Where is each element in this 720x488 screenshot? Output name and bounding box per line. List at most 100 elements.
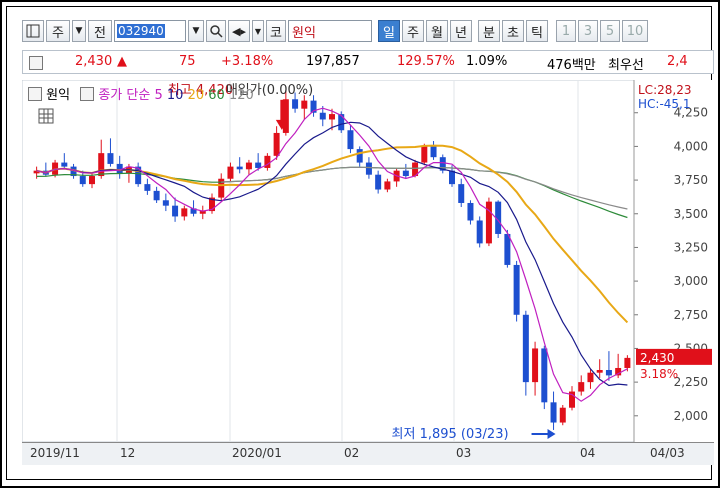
pct-tag: 3.18%: [640, 367, 678, 381]
candle-body: [522, 314, 529, 383]
chevron-down-icon: ▼: [254, 26, 262, 36]
candle-body: [605, 370, 612, 376]
period-tab[interactable]: 월: [426, 20, 448, 42]
chart-background: [22, 80, 714, 442]
candle-body: [89, 176, 95, 185]
turnover-rate: 1.09%: [466, 54, 508, 69]
candle-body: [292, 99, 299, 109]
candle-body: [476, 220, 483, 244]
candle-body: [347, 130, 354, 150]
candle-body: [98, 153, 105, 177]
item-type-select[interactable]: 주: [46, 20, 70, 42]
candle-body: [430, 146, 437, 158]
candle-body: [559, 407, 566, 423]
y-tick-label: 3,000: [674, 274, 708, 288]
candle-body: [384, 181, 391, 190]
current-price: 2,430: [75, 54, 113, 69]
item-type-label: 주: [52, 25, 64, 41]
chevron-down-icon: ▼: [75, 26, 83, 36]
stock-code-dropdown[interactable]: ▼: [188, 20, 204, 42]
best-bid-label: 최우선: [608, 58, 644, 73]
candle-body: [79, 176, 86, 185]
candle-body: [624, 357, 631, 368]
x-tick: 02: [344, 446, 360, 460]
x-tick: 12: [120, 446, 136, 460]
candle-body: [485, 201, 492, 244]
search-button[interactable]: [206, 20, 226, 42]
period-tab[interactable]: 주: [402, 20, 424, 42]
candle-body: [144, 184, 151, 191]
y-tick-label: 2,250: [674, 375, 708, 389]
x-tick: 2019/11: [30, 446, 80, 460]
item-type-dropdown[interactable]: ▼: [72, 20, 86, 42]
search-icon: [210, 25, 223, 38]
layout-toggle-icon[interactable]: [22, 20, 44, 42]
candle-body: [421, 146, 428, 163]
candle-body: [550, 402, 557, 423]
period-tab[interactable]: 초: [502, 20, 524, 42]
stock-name-field[interactable]: 원익: [288, 20, 372, 42]
trade-amount: 476백만: [547, 58, 596, 73]
x-tick: 2020/01: [232, 446, 282, 460]
legend-ma-title: 종가 단순: [98, 88, 151, 103]
period-tab[interactable]: 틱: [526, 20, 548, 42]
stock-code-input[interactable]: 032940: [114, 20, 186, 42]
chart-toolbar: 주 ▼ 전 032940 ▼ ◀▸ ▼ 코 원익 일주월년분초틱 1 3 5 10: [22, 19, 714, 43]
legend-ma20: 20: [187, 88, 205, 103]
candle-body: [402, 170, 409, 177]
volume-ratio: 129.57%: [397, 54, 455, 69]
grid-toggle-icon[interactable]: [38, 108, 54, 128]
market-badge: 코: [266, 20, 286, 42]
legend-ma5: 5: [154, 88, 163, 103]
candle-body: [458, 184, 465, 203]
y-tick-label: 4,000: [674, 139, 708, 153]
legend-toggle[interactable]: [28, 87, 42, 101]
stock-name-value: 원익: [292, 25, 316, 41]
candle-body: [181, 208, 188, 217]
sound-button[interactable]: ◀▸: [228, 20, 250, 42]
candlestick-chart[interactable]: 4,2504,0003,7503,5003,2503,0002,7502,500…: [21, 79, 714, 443]
y-tick-label: 2,000: [674, 409, 708, 423]
candle-body: [596, 370, 603, 373]
candle-body: [301, 100, 308, 109]
candle-body: [153, 190, 160, 201]
candle-body: [578, 382, 585, 392]
interval-buttons: 1 3 5 10: [556, 20, 648, 42]
legend-stock: 원익: [46, 88, 71, 103]
period-tab[interactable]: 일: [378, 20, 400, 42]
legend-ma10: 10: [166, 88, 184, 103]
candle-body: [338, 114, 345, 131]
window-icon: [26, 24, 40, 38]
y-tick-label: 2,750: [674, 308, 708, 322]
candle-body: [107, 153, 114, 164]
x-tick: 03: [456, 446, 472, 460]
candle-body: [282, 99, 289, 133]
candle-body: [375, 174, 382, 190]
candle-body: [61, 162, 68, 167]
x-tick: 04: [580, 446, 596, 460]
interval-button[interactable]: 1: [556, 20, 576, 42]
item-kind-button[interactable]: 전: [88, 20, 112, 42]
quote-bar: 2,430 ▲ 75 +3.18% 197,857 129.57% 1.09% …: [22, 50, 714, 74]
interval-button[interactable]: 10: [622, 20, 648, 42]
sound-dropdown[interactable]: ▼: [252, 20, 264, 42]
legend-ma60: 60: [208, 88, 225, 103]
period-tab[interactable]: 분: [478, 20, 500, 42]
period-tabs: 일주월년분초틱: [378, 20, 548, 42]
candle-body: [236, 166, 243, 170]
low-label: 최저 1,895 (03/23): [392, 427, 509, 442]
candle-body: [541, 348, 548, 403]
chart-legend: 원익 종가 단순 5 10 20 60 120: [28, 84, 254, 103]
period-tab[interactable]: 년: [450, 20, 472, 42]
best-bid-price: 2,4: [667, 54, 688, 69]
ma-toggle[interactable]: [80, 87, 95, 101]
price-change-pct: +3.18%: [221, 54, 274, 69]
change-arrow-icon: ▲: [117, 54, 127, 69]
candle-body: [162, 200, 169, 206]
candle-body: [356, 149, 363, 163]
candle-body: [255, 162, 262, 168]
price-chart[interactable]: 4,250 4,000 3,750 3,500 3,250 3,000 2,750 2,500…: [21, 79, 714, 443]
interval-button[interactable]: 3: [578, 20, 598, 42]
interval-button[interactable]: 5: [600, 20, 620, 42]
candle-body: [329, 114, 335, 120]
